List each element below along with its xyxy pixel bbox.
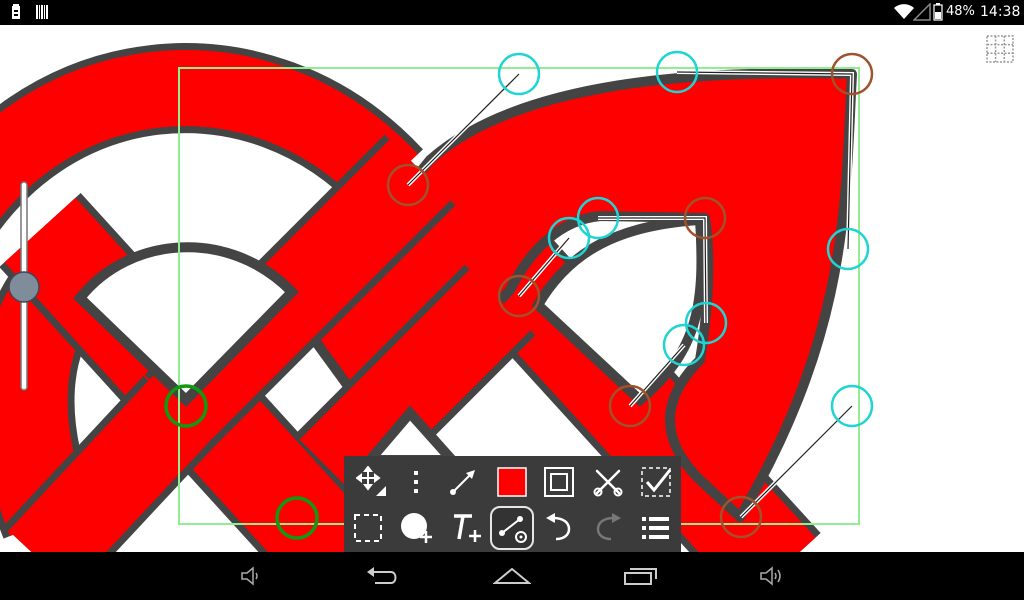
wifi-icon xyxy=(893,3,915,25)
tools-icon[interactable] xyxy=(586,460,630,504)
recents-icon[interactable] xyxy=(621,562,661,590)
stroke-style-icon[interactable] xyxy=(537,460,581,504)
grid-toggle-icon[interactable] xyxy=(984,33,1016,65)
volume-down-icon[interactable] xyxy=(231,562,271,590)
zoom-slider[interactable] xyxy=(6,180,42,396)
navigation-bar xyxy=(0,552,1024,600)
edit-nodes-icon[interactable] xyxy=(490,506,534,550)
add-text-icon[interactable] xyxy=(445,506,489,550)
fill-color-swatch[interactable] xyxy=(490,460,534,504)
status-bar: 48% 14:38 xyxy=(0,0,1024,25)
signal-icon xyxy=(912,2,931,25)
clock: 14:38 xyxy=(980,4,1021,20)
line-arrow-icon[interactable] xyxy=(441,460,485,504)
back-icon[interactable] xyxy=(363,562,403,590)
battery-percent: 48% xyxy=(946,4,975,19)
battery-icon xyxy=(933,3,943,25)
finish-check-icon[interactable] xyxy=(634,460,678,504)
home-icon[interactable] xyxy=(492,562,532,590)
zoom-slider-thumb xyxy=(8,271,40,303)
redo-icon[interactable] xyxy=(586,506,630,550)
undo-icon[interactable] xyxy=(537,506,581,550)
more-vertical-icon[interactable] xyxy=(394,460,438,504)
barcode-icon xyxy=(35,4,49,24)
layers-menu-icon[interactable] xyxy=(634,506,678,550)
editor-toolbar xyxy=(344,456,681,552)
volume-up-icon[interactable] xyxy=(751,562,791,590)
usb-storage-icon xyxy=(9,4,23,24)
add-shape-icon[interactable] xyxy=(394,506,438,550)
move-resize-icon[interactable] xyxy=(350,460,394,504)
select-region-icon[interactable] xyxy=(346,506,390,550)
